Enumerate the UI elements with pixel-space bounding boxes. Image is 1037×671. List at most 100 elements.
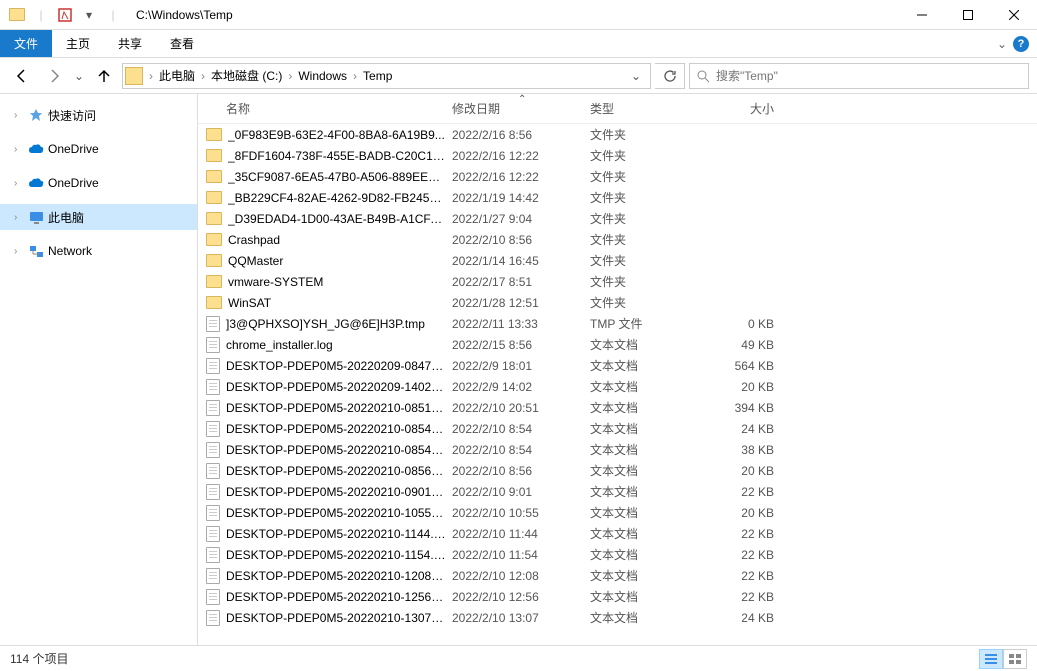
view-details-button[interactable] [979,649,1003,669]
table-row[interactable]: QQMaster2022/1/14 16:45文件夹 [198,250,1037,271]
qat-dropdown-icon[interactable]: ▾ [78,4,100,26]
searchbar[interactable] [689,63,1029,89]
refresh-button[interactable] [655,63,685,89]
tab-file[interactable]: 文件 [0,30,52,57]
table-row[interactable]: WinSAT2022/1/28 12:51文件夹 [198,292,1037,313]
crumb-windows[interactable]: Windows [294,64,351,88]
search-icon [696,69,710,83]
file-icon [206,379,220,395]
tab-view[interactable]: 查看 [156,30,208,57]
table-row[interactable]: _BB229CF4-82AE-4262-9D82-FB2453...2022/1… [198,187,1037,208]
crumb-drive[interactable]: 本地磁盘 (C:) [207,64,286,88]
file-name: DESKTOP-PDEP0M5-20220210-0854a... [226,443,446,457]
table-row[interactable]: _D39EDAD4-1D00-43AE-B49B-A1CFA...2022/1/… [198,208,1037,229]
view-icons-button[interactable] [1003,649,1027,669]
chevron-right-icon[interactable]: › [351,69,359,83]
column-date[interactable]: 修改日期 [446,100,584,117]
table-row[interactable]: chrome_installer.log2022/2/15 8:56文本文档49… [198,334,1037,355]
file-name: ]3@QPHXSO]YSH_JG@6E]H3P.tmp [226,317,446,331]
file-icon [206,568,220,584]
sidebar-item-network[interactable]: › Network [0,238,197,264]
status-text: 114 个项目 [10,650,68,667]
help-icon[interactable]: ? [1013,36,1029,52]
chevron-right-icon[interactable]: › [14,144,24,155]
back-button[interactable] [8,62,36,90]
table-row[interactable]: DESKTOP-PDEP0M5-20220210-1256.l...2022/2… [198,586,1037,607]
table-row[interactable]: vmware-SYSTEM2022/2/17 8:51文件夹 [198,271,1037,292]
table-row[interactable]: DESKTOP-PDEP0M5-20220210-0854a...2022/2/… [198,439,1037,460]
table-row[interactable]: DESKTOP-PDEP0M5-20220210-1144.l...2022/2… [198,523,1037,544]
column-type[interactable]: 类型 [584,100,700,117]
folder-icon [206,233,222,246]
chevron-right-icon[interactable]: › [14,212,24,223]
close-button[interactable] [991,0,1037,30]
file-date: 2022/2/16 12:22 [446,170,584,184]
file-date: 2022/2/11 13:33 [446,317,584,331]
file-date: 2022/2/17 8:51 [446,275,584,289]
file-icon [206,316,220,332]
column-size[interactable]: 大小 [700,100,784,117]
chevron-right-icon[interactable]: › [14,110,24,121]
file-date: 2022/2/15 8:56 [446,338,584,352]
crumb-pc[interactable]: 此电脑 [155,64,199,88]
sidebar-item-onedrive[interactable]: › OneDrive [0,136,197,162]
properties-icon[interactable] [54,4,76,26]
tab-share[interactable]: 共享 [104,30,156,57]
file-icon [206,463,220,479]
chevron-right-icon[interactable]: › [14,246,24,257]
table-row[interactable]: DESKTOP-PDEP0M5-20220210-0854.l...2022/2… [198,418,1037,439]
file-name: WinSAT [228,296,446,310]
maximize-button[interactable] [945,0,991,30]
table-row[interactable]: DESKTOP-PDEP0M5-20220210-0856.l...2022/2… [198,460,1037,481]
table-row[interactable]: DESKTOP-PDEP0M5-20220210-0901.l...2022/2… [198,481,1037,502]
file-size: 20 KB [700,380,784,394]
file-date: 2022/1/28 12:51 [446,296,584,310]
chevron-right-icon[interactable]: › [147,69,155,83]
navbar: ⌄ › 此电脑 › 本地磁盘 (C:) › Windows › Temp ⌄ [0,58,1037,94]
tab-home[interactable]: 主页 [52,30,104,57]
file-type: 文件夹 [584,273,700,290]
column-name[interactable]: 名称 [198,100,446,117]
file-date: 2022/2/10 11:44 [446,527,584,541]
file-icon [206,337,220,353]
file-icon [206,547,220,563]
chevron-right-icon[interactable]: › [14,178,24,189]
sidebar-item-quick[interactable]: › 快速访问 [0,102,197,128]
table-row[interactable]: _0F983E9B-63E2-4F00-8BA8-6A19B9...2022/2… [198,124,1037,145]
folder-icon [206,191,222,204]
minimize-button[interactable] [899,0,945,30]
table-row[interactable]: DESKTOP-PDEP0M5-20220210-1208.l...2022/2… [198,565,1037,586]
table-row[interactable]: _35CF9087-6EA5-47B0-A506-889EEE...2022/2… [198,166,1037,187]
sidebar-item-pc[interactable]: › 此电脑 [0,204,197,230]
sidebar-item-onedrive[interactable]: › OneDrive [0,170,197,196]
table-row[interactable]: DESKTOP-PDEP0M5-20220210-1154.l...2022/2… [198,544,1037,565]
chevron-right-icon[interactable]: › [199,69,207,83]
table-row[interactable]: DESKTOP-PDEP0M5-20220209-1402.l...2022/2… [198,376,1037,397]
table-row[interactable]: DESKTOP-PDEP0M5-20220210-0851.l...2022/2… [198,397,1037,418]
file-name: vmware-SYSTEM [228,275,446,289]
file-type: 文本文档 [584,336,700,353]
chevron-right-icon[interactable]: › [286,69,294,83]
expand-ribbon-icon[interactable]: ⌄ [997,37,1007,51]
file-icon [206,610,220,626]
file-date: 2022/2/10 12:08 [446,569,584,583]
search-input[interactable] [716,69,1022,83]
filelist[interactable]: _0F983E9B-63E2-4F00-8BA8-6A19B9...2022/2… [198,124,1037,645]
table-row[interactable]: DESKTOP-PDEP0M5-20220209-0847.l...2022/2… [198,355,1037,376]
table-row[interactable]: DESKTOP-PDEP0M5-20220210-1055.l...2022/2… [198,502,1037,523]
sidebar-item-label: OneDrive [48,176,99,190]
forward-button[interactable] [40,62,68,90]
crumb-temp[interactable]: Temp [359,64,396,88]
table-row[interactable]: ]3@QPHXSO]YSH_JG@6E]H3P.tmp2022/2/11 13:… [198,313,1037,334]
up-button[interactable] [90,62,118,90]
address-dropdown-icon[interactable]: ⌄ [624,64,648,88]
table-row[interactable]: _8FDF1604-738F-455E-BADB-C20C16...2022/2… [198,145,1037,166]
file-size: 38 KB [700,443,784,457]
recent-dropdown-icon[interactable]: ⌄ [72,62,86,90]
table-row[interactable]: DESKTOP-PDEP0M5-20220210-1307.l...2022/2… [198,607,1037,628]
table-row[interactable]: Crashpad2022/2/10 8:56文件夹 [198,229,1037,250]
file-size: 22 KB [700,485,784,499]
addressbar[interactable]: › 此电脑 › 本地磁盘 (C:) › Windows › Temp ⌄ [122,63,651,89]
folder-icon [206,170,222,183]
file-name: DESKTOP-PDEP0M5-20220210-0851.l... [226,401,446,415]
